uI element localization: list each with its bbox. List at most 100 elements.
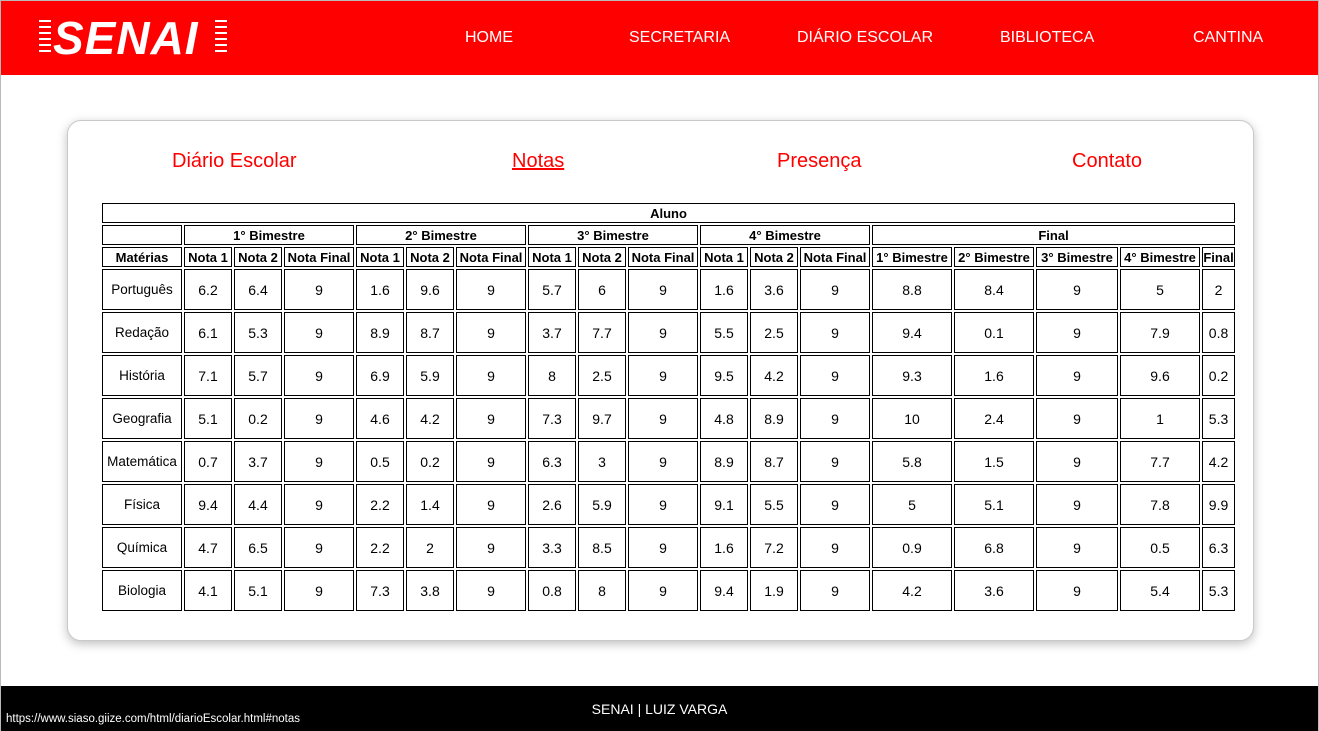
grade-cell: 5.7 bbox=[234, 355, 282, 396]
grade-cell: 9 bbox=[628, 441, 698, 482]
grade-cell: 5.3 bbox=[1202, 398, 1236, 439]
grade-cell: 9 bbox=[800, 355, 870, 396]
column-header: Nota Final bbox=[456, 247, 526, 267]
grade-cell: 8.7 bbox=[750, 441, 798, 482]
grade-cell: 0.8 bbox=[528, 570, 576, 611]
column-header: Nota 2 bbox=[750, 247, 798, 267]
nav-home[interactable]: HOME bbox=[465, 29, 513, 47]
grade-cell: 9 bbox=[800, 312, 870, 353]
grade-cell: 7.2 bbox=[750, 527, 798, 568]
grade-cell: 9 bbox=[1036, 570, 1118, 611]
column-header: Nota 1 bbox=[700, 247, 748, 267]
grade-cell: 6.4 bbox=[234, 269, 282, 310]
grade-cell: 9 bbox=[628, 570, 698, 611]
subnav-presenca[interactable]: Presença bbox=[777, 150, 862, 173]
grade-cell: 8.9 bbox=[700, 441, 748, 482]
grade-cell: 4.6 bbox=[356, 398, 404, 439]
grade-cell: 1.6 bbox=[700, 527, 748, 568]
grade-cell: 9 bbox=[284, 441, 354, 482]
table-row: Física 9.4 4.4 9 2.2 1.4 9 2.6 5.9 9 9.1 5.5 9 5 5.1 9 7… bbox=[102, 484, 1236, 525]
grade-cell: 9.5 bbox=[700, 355, 748, 396]
grade-cell: 9 bbox=[456, 570, 526, 611]
grade-cell: 3.3 bbox=[528, 527, 576, 568]
grade-cell: 1.6 bbox=[700, 269, 748, 310]
grade-cell: 9 bbox=[456, 355, 526, 396]
subnav-diario-escolar[interactable]: Diário Escolar bbox=[172, 150, 296, 173]
grade-cell: 0.2 bbox=[406, 441, 454, 482]
nav-cantina[interactable]: CANTINA bbox=[1193, 29, 1263, 47]
column-header: Nota Final bbox=[800, 247, 870, 267]
grade-cell: 5.1 bbox=[184, 398, 232, 439]
grade-cell: 9 bbox=[1036, 312, 1118, 353]
grade-cell: 9.4 bbox=[872, 312, 952, 353]
subject-cell: Português bbox=[102, 269, 182, 310]
grade-cell: 2.6 bbox=[528, 484, 576, 525]
column-header: Final bbox=[1202, 247, 1236, 267]
grade-cell: 4.4 bbox=[234, 484, 282, 525]
subnav-contato[interactable]: Contato bbox=[1072, 150, 1142, 173]
table-row: Química 4.7 6.5 9 2.2 2 9 3.3 8.5 9 1.6 7.2 9 0.9 6.8 9… bbox=[102, 527, 1236, 568]
table-title-row: Aluno bbox=[102, 203, 1236, 223]
grade-cell: 5.5 bbox=[750, 484, 798, 525]
group-header: 4° Bimestre bbox=[700, 225, 870, 245]
grade-cell: 3.6 bbox=[750, 269, 798, 310]
subnav-notas[interactable]: Notas bbox=[512, 150, 564, 173]
subject-cell: Física bbox=[102, 484, 182, 525]
table-row: Geografia 5.1 0.2 9 4.6 4.2 9 7.3 9.7 9 4.8 8.9 9 10 2… bbox=[102, 398, 1236, 439]
nav-biblioteca[interactable]: BIBLIOTECA bbox=[1000, 29, 1094, 47]
grade-cell: 8.7 bbox=[406, 312, 454, 353]
column-header: Nota 2 bbox=[234, 247, 282, 267]
grade-cell: 3.7 bbox=[234, 441, 282, 482]
grade-cell: 8 bbox=[578, 570, 626, 611]
grade-cell: 9 bbox=[456, 441, 526, 482]
senai-logo[interactable]: SENAI bbox=[39, 12, 229, 64]
grade-cell: 6.8 bbox=[954, 527, 1034, 568]
logo-text: SENAI bbox=[53, 12, 199, 64]
grade-cell: 9 bbox=[800, 441, 870, 482]
nav-diario-escolar[interactable]: DIÁRIO ESCOLAR bbox=[797, 29, 933, 47]
grade-cell: 9.1 bbox=[700, 484, 748, 525]
grade-cell: 2.5 bbox=[750, 312, 798, 353]
logo-stripes-left bbox=[39, 20, 51, 56]
grade-cell: 9 bbox=[456, 527, 526, 568]
grade-cell: 5.7 bbox=[528, 269, 576, 310]
grade-cell: 9 bbox=[284, 312, 354, 353]
column-header: Nota 1 bbox=[356, 247, 404, 267]
grade-cell: 5 bbox=[872, 484, 952, 525]
column-header: Nota Final bbox=[628, 247, 698, 267]
grade-cell: 4.8 bbox=[700, 398, 748, 439]
grade-cell: 4.2 bbox=[406, 398, 454, 439]
grade-cell: 9 bbox=[1036, 398, 1118, 439]
grade-cell: 9 bbox=[1036, 269, 1118, 310]
grade-cell: 1.4 bbox=[406, 484, 454, 525]
grade-cell: 0.2 bbox=[234, 398, 282, 439]
nav-secretaria[interactable]: SECRETARIA bbox=[629, 29, 730, 47]
grade-cell: 7.9 bbox=[1120, 312, 1200, 353]
group-header: 3° Bimestre bbox=[528, 225, 698, 245]
grade-cell: 1.5 bbox=[954, 441, 1034, 482]
grade-cell: 6.3 bbox=[528, 441, 576, 482]
grade-cell: 0.2 bbox=[1202, 355, 1236, 396]
grade-cell: 2 bbox=[406, 527, 454, 568]
grade-cell: 4.1 bbox=[184, 570, 232, 611]
grade-cell: 5.9 bbox=[406, 355, 454, 396]
grade-cell: 9 bbox=[800, 398, 870, 439]
grade-cell: 9 bbox=[800, 484, 870, 525]
grade-cell: 9 bbox=[456, 398, 526, 439]
grade-cell: 2.2 bbox=[356, 527, 404, 568]
subject-cell: Química bbox=[102, 527, 182, 568]
grade-cell: 8.9 bbox=[356, 312, 404, 353]
grade-cell: 5.3 bbox=[1202, 570, 1236, 611]
subject-cell: Geografia bbox=[102, 398, 182, 439]
grade-cell: 5.3 bbox=[234, 312, 282, 353]
grade-cell: 2.5 bbox=[578, 355, 626, 396]
grade-cell: 6 bbox=[578, 269, 626, 310]
grade-cell: 3 bbox=[578, 441, 626, 482]
column-header: Nota 2 bbox=[406, 247, 454, 267]
grade-cell: 9.6 bbox=[406, 269, 454, 310]
grade-cell: 9 bbox=[628, 269, 698, 310]
grade-cell: 4.7 bbox=[184, 527, 232, 568]
table-row: Matemática 0.7 3.7 9 0.5 0.2 9 6.3 3 9 8.9 8.7 9 5.8 1… bbox=[102, 441, 1236, 482]
grade-cell: 3.7 bbox=[528, 312, 576, 353]
grade-cell: 0.7 bbox=[184, 441, 232, 482]
